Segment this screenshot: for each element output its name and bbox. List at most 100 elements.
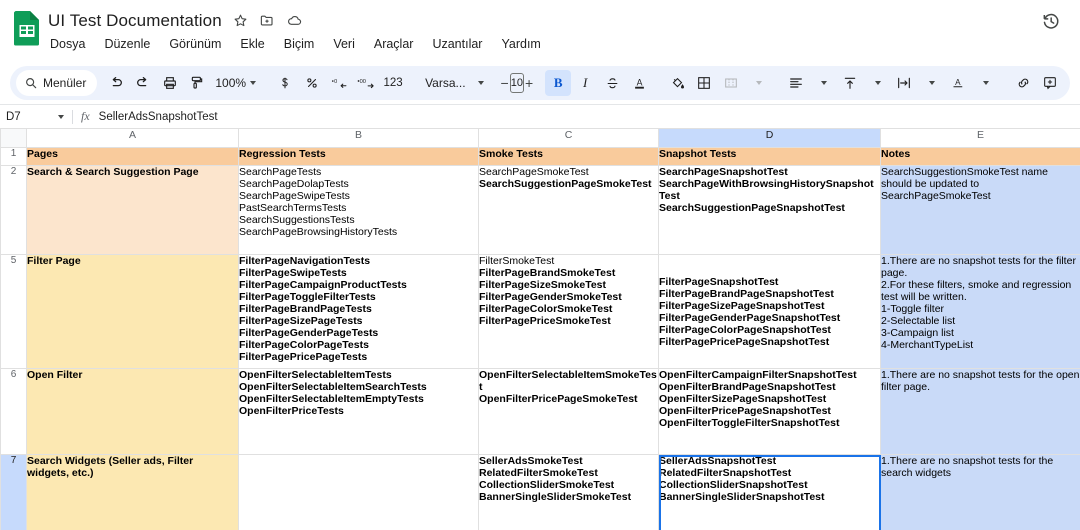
star-icon[interactable] (233, 13, 248, 28)
cell-line: 1.There are no snapshot tests for the se… (881, 455, 1054, 480)
cell-line: PastSearchTermsTests (239, 202, 347, 214)
search-menus-button[interactable]: Menüler (16, 70, 98, 96)
cell-c7[interactable]: SellerAdsSmokeTest RelatedFilterSmokeTest… (478, 454, 659, 530)
borders-icon[interactable] (691, 70, 717, 96)
select-all-corner[interactable] (0, 128, 27, 148)
menu-item-gorunum[interactable]: Görünüm (167, 36, 223, 52)
row-header-6[interactable]: 6 (0, 368, 27, 455)
cell-line: SearchSuggestionPageSnapshotTest (659, 202, 845, 214)
increase-decimal-icon[interactable]: 00 (353, 70, 379, 96)
cell-line: FilterPageSnapshotTest (659, 275, 779, 288)
chevron-down-icon[interactable] (864, 70, 890, 96)
cell-c2[interactable]: SearchPageSmokeTest SearchSuggestionPageS… (478, 165, 659, 255)
horizontal-align-icon[interactable] (783, 70, 809, 96)
insert-comment-icon[interactable] (1037, 70, 1063, 96)
menu-item-ekle[interactable]: Ekle (238, 36, 266, 52)
cell-a2[interactable]: Search & Search Suggestion Page (26, 165, 239, 255)
paint-format-icon[interactable] (184, 70, 210, 96)
cell-c6[interactable]: OpenFilterSelectableItemSmokeTest OpenFil… (478, 368, 659, 455)
cell-d7-selected[interactable]: SellerAdsSnapshotTest RelatedFilterSnapsh… (658, 454, 881, 530)
version-history-icon[interactable] (1036, 6, 1066, 36)
cell-d1[interactable]: Snapshot Tests (658, 147, 881, 166)
menu-item-yardim[interactable]: Yardım (499, 36, 542, 52)
cell-a5[interactable]: Filter Page (26, 254, 239, 369)
svg-text:A: A (955, 78, 961, 87)
increase-font-size-button[interactable]: + (525, 75, 533, 91)
menu-item-duzenle[interactable]: Düzenle (102, 36, 152, 52)
chevron-down-icon[interactable] (810, 70, 836, 96)
percent-icon[interactable] (299, 70, 325, 96)
fill-color-icon[interactable] (664, 70, 690, 96)
cell-b1[interactable]: Regression Tests (238, 147, 479, 166)
cell-a1[interactable]: Pages (26, 147, 239, 166)
cell-e1[interactable]: Notes (880, 147, 1080, 166)
print-icon[interactable] (157, 70, 183, 96)
chevron-down-icon[interactable] (918, 70, 944, 96)
decrease-font-size-button[interactable]: − (501, 75, 509, 91)
cell-b2[interactable]: SearchPageTests SearchPageDolapTests Searc… (238, 165, 479, 255)
text-rotation-icon[interactable]: A (945, 70, 971, 96)
cell-line: OpenFilterSelectableItemSearchTests (239, 381, 427, 393)
chevron-down-icon[interactable] (972, 70, 998, 96)
formula-input[interactable]: SellerAdsSnapshotTest (99, 111, 218, 123)
cell-d5[interactable]: FilterPageSnapshotTest FilterPageBrandPag… (658, 254, 881, 369)
bold-button[interactable]: B (545, 70, 572, 96)
menu-item-araclar[interactable]: Araçlar (372, 36, 416, 52)
menu-item-veri[interactable]: Veri (331, 36, 357, 52)
undo-icon[interactable] (103, 70, 129, 96)
vertical-align-icon[interactable] (837, 70, 863, 96)
cell-b6[interactable]: OpenFilterSelectableItemTests OpenFilterS… (238, 368, 479, 455)
decrease-decimal-icon[interactable]: 0 (326, 70, 352, 96)
insert-link-icon[interactable] (1010, 70, 1036, 96)
merge-cells-icon[interactable] (718, 70, 744, 96)
cell-line: FilterPageGenderSmokeTest (479, 291, 622, 303)
row-header-1[interactable]: 1 (0, 147, 27, 166)
italic-button[interactable]: I (572, 70, 598, 96)
cell-c1[interactable]: Smoke Tests (478, 147, 659, 166)
text-wrapping-icon[interactable] (891, 70, 917, 96)
cell-e6[interactable]: 1.There are no snapshot tests for the op… (880, 368, 1080, 455)
cell-e7[interactable]: 1.There are no snapshot tests for the se… (880, 454, 1080, 530)
zoom-select[interactable]: 100% (211, 76, 260, 90)
cell-d2[interactable]: SearchPageSnapshotTest SearchPageWithBrow… (658, 165, 881, 255)
cell-a7[interactable]: Search Widgets (Seller ads, Filter widge… (26, 454, 239, 530)
name-box[interactable]: D7 (6, 111, 70, 123)
font-size-input[interactable]: 10 (509, 73, 524, 93)
cell-b7[interactable] (238, 454, 479, 530)
insert-chart-icon[interactable] (1064, 70, 1070, 96)
menu-bar: Dosya Düzenle Görünüm Ekle Biçim Veri Ar… (48, 34, 1068, 54)
sheets-doc-icon[interactable] (12, 10, 42, 46)
font-family-select[interactable]: Varsa... (418, 70, 488, 96)
cell-e5[interactable]: 1.There are no snapshot tests for the fi… (880, 254, 1080, 369)
cell-line: SearchPageBrowsingHistoryTests (239, 226, 398, 238)
row-header-7[interactable]: 7 (0, 454, 27, 530)
redo-icon[interactable] (130, 70, 156, 96)
more-formats-button[interactable]: 123 (380, 70, 406, 96)
cell-line: FilterPageBrandSmokeTest (479, 267, 616, 279)
move-to-folder-icon[interactable] (259, 13, 275, 28)
menu-item-bicim[interactable]: Biçim (282, 36, 317, 52)
spreadsheet-grid[interactable]: A B C D E 1 Pages Regression Tests Smoke… (0, 128, 1080, 530)
column-header-d[interactable]: D (658, 128, 881, 148)
cell-c5[interactable]: FilterSmokeTest FilterPageBrandSmokeTest F… (478, 254, 659, 369)
cell-b5[interactable]: FilterPageNavigationTests FilterPageSwipe… (238, 254, 479, 369)
menu-item-dosya[interactable]: Dosya (48, 36, 87, 52)
cell-line: SellerAdsSmokeTest (479, 455, 583, 468)
cloud-saved-icon[interactable] (286, 13, 303, 28)
column-header-c[interactable]: C (478, 128, 659, 148)
cell-line: OpenFilterBrandPageSnapshotTest (659, 381, 836, 393)
row-header-2[interactable]: 2 (0, 165, 27, 255)
cell-d6[interactable]: OpenFilterCampaignFilterSnapshotTest Open… (658, 368, 881, 455)
strikethrough-icon[interactable] (599, 70, 625, 96)
cell-a6[interactable]: Open Filter (26, 368, 239, 455)
page-title[interactable]: UI Test Documentation (48, 11, 222, 31)
row-header-5[interactable]: 5 (0, 254, 27, 369)
column-header-e[interactable]: E (880, 128, 1080, 148)
chevron-down-icon[interactable] (745, 70, 771, 96)
currency-icon[interactable] (272, 70, 298, 96)
cell-e2[interactable]: SearchSuggestionSmokeTest name should be… (880, 165, 1080, 255)
text-color-button[interactable]: A (626, 70, 652, 96)
menu-item-uzantilar[interactable]: Uzantılar (430, 36, 484, 52)
column-header-b[interactable]: B (238, 128, 479, 148)
column-header-a[interactable]: A (26, 128, 239, 148)
